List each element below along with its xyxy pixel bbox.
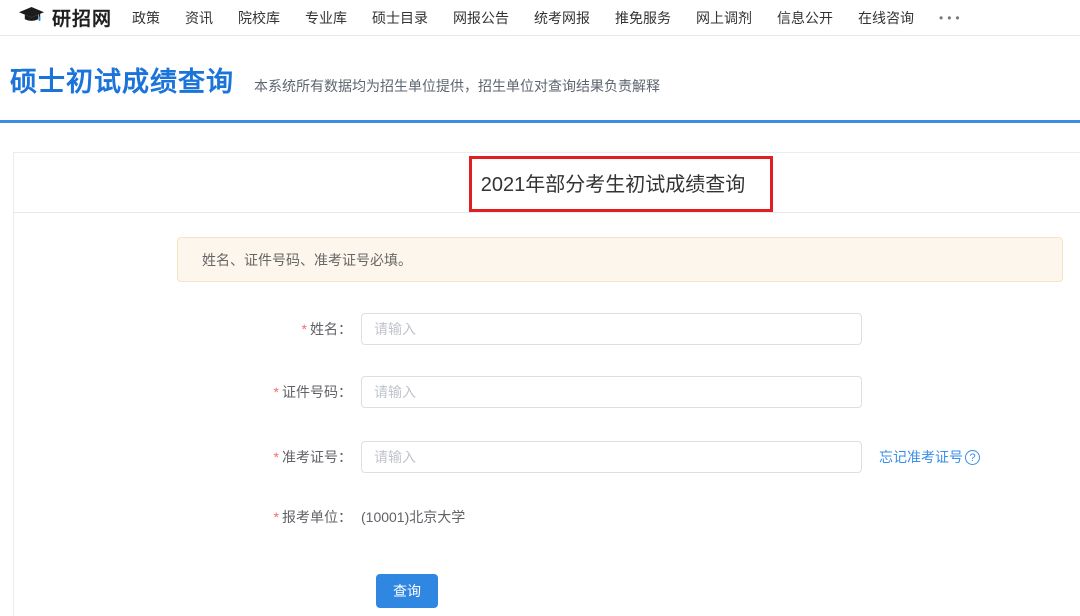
query-card: 2021年部分考生初试成绩查询 姓名、证件号码、准考证号必填。 *姓名： *证件… <box>13 152 1080 616</box>
id-number-label: *证件号码： <box>251 382 361 402</box>
form-row-name: *姓名： <box>251 313 862 345</box>
nav-item-zhengce[interactable]: 政策 <box>132 8 160 28</box>
admission-ticket-input[interactable] <box>361 441 862 473</box>
nav-item-yuanxiaoku[interactable]: 院校库 <box>238 8 280 28</box>
page-header: 硕士初试成绩查询 本系统所有数据均为招生单位提供，招生单位对查询结果负责解释 <box>10 60 660 99</box>
nav-item-xinxigongkai[interactable]: 信息公开 <box>777 8 833 28</box>
required-mark: * <box>274 509 279 525</box>
nav-item-zhuanyeku[interactable]: 专业库 <box>305 8 347 28</box>
site-logo[interactable]: 研招网 <box>18 4 112 31</box>
question-mark-icon: ? <box>965 450 980 465</box>
name-input[interactable] <box>361 313 862 345</box>
form-row-target-university: *报考单位： (10001)北京大学 <box>251 501 465 533</box>
nav-more-ellipsis-icon[interactable]: ••• <box>939 11 964 25</box>
required-fields-alert: 姓名、证件号码、准考证号必填。 <box>177 237 1063 282</box>
name-label: *姓名： <box>251 319 361 339</box>
score-query-page: 研招网 政策 资讯 院校库 专业库 硕士目录 网报公告 统考网报 推免服务 网上… <box>0 0 1080 616</box>
target-university-label: *报考单位： <box>251 507 361 527</box>
nav-item-shuoshimulu[interactable]: 硕士目录 <box>372 8 428 28</box>
top-navbar: 研招网 政策 资讯 院校库 专业库 硕士目录 网报公告 统考网报 推免服务 网上… <box>0 0 1080 36</box>
target-university-value: (10001)北京大学 <box>361 507 465 527</box>
required-mark: * <box>302 321 307 337</box>
form-row-id-number: *证件号码： <box>251 376 862 408</box>
page-subtitle: 本系统所有数据均为招生单位提供，招生单位对查询结果负责解释 <box>254 76 660 96</box>
query-button[interactable]: 查询 <box>376 574 438 608</box>
page-title: 硕士初试成绩查询 <box>10 60 234 99</box>
graduation-cap-icon <box>18 6 45 30</box>
blue-divider <box>0 120 1080 123</box>
id-number-input[interactable] <box>361 376 862 408</box>
nav-item-wangbaogonggao[interactable]: 网报公告 <box>453 8 509 28</box>
required-mark: * <box>274 384 279 400</box>
main-nav: 政策 资讯 院校库 专业库 硕士目录 网报公告 统考网报 推免服务 网上调剂 信… <box>132 8 964 28</box>
nav-item-zixun[interactable]: 资讯 <box>185 8 213 28</box>
alert-text: 姓名、证件号码、准考证号必填。 <box>202 250 412 270</box>
nav-item-zaixianzixun[interactable]: 在线咨询 <box>858 8 914 28</box>
card-header: 2021年部分考生初试成绩查询 <box>14 153 1080 213</box>
admission-ticket-label: *准考证号： <box>251 447 361 467</box>
required-mark: * <box>274 449 279 465</box>
site-name: 研招网 <box>52 4 112 31</box>
nav-item-tongkaowangbao[interactable]: 统考网报 <box>534 8 590 28</box>
card-title: 2021年部分考生初试成绩查询 <box>481 168 746 197</box>
form-row-admission-ticket: *准考证号： 忘记准考证号? <box>251 441 980 473</box>
nav-item-tuimianfuwu[interactable]: 推免服务 <box>615 8 671 28</box>
nav-item-wangshangtiaoji[interactable]: 网上调剂 <box>696 8 752 28</box>
forgot-ticket-link[interactable]: 忘记准考证号? <box>879 447 980 467</box>
